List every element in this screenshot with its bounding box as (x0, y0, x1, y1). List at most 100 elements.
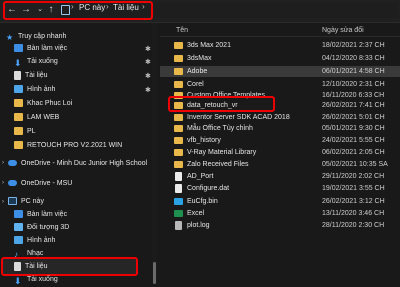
app-icon (174, 198, 183, 205)
list-item[interactable]: Excel 13/11/2020 3:46 CH (160, 208, 400, 219)
nav-label: Tài liệu (25, 72, 48, 79)
nav-quick-access[interactable]: ★ Truy cập nhanh (6, 31, 66, 43)
nav-onedrive-msu[interactable]: OneDrive - MSU (8, 178, 72, 190)
folder-icon (174, 81, 183, 88)
list-item[interactable]: Adobe 06/01/2021 4:58 CH (160, 66, 400, 77)
file-name: 3dsMax (187, 55, 212, 62)
nav-label: Tải xuống (27, 58, 58, 65)
folder-icon (174, 68, 183, 75)
divider (160, 36, 400, 37)
scrollbar-thumb[interactable] (153, 262, 156, 284)
file-date: 24/02/2021 5:55 CH (322, 137, 385, 144)
list-item[interactable]: vfb_history 24/02/2021 5:55 CH (160, 135, 400, 146)
list-item[interactable]: EuCfg.bin 26/02/2021 3:12 CH (160, 196, 400, 207)
pictures-icon (14, 85, 23, 94)
list-item[interactable]: plot.log 28/11/2020 2:30 CH (160, 220, 400, 231)
chevron-down-icon[interactable]: › (2, 199, 4, 205)
list-item[interactable]: Mẫu Office Tùy chỉnh 05/01/2021 9:30 CH (160, 123, 400, 134)
list-item[interactable]: V-Ray Material Library 06/02/2021 2:05 CH (160, 147, 400, 158)
nav-documents[interactable]: Tài liệu (14, 70, 48, 82)
folder-icon (174, 161, 183, 168)
nav-desktop[interactable]: Bàn làm việc (14, 43, 67, 55)
file-date: 05/01/2021 9:30 CH (322, 125, 385, 132)
highlight-box (3, 1, 153, 20)
folder-icon (174, 125, 183, 132)
file-name: 3ds Max 2021 (187, 42, 231, 49)
file-name: Adobe (187, 68, 208, 75)
folder-icon (174, 149, 183, 156)
nav-label: Hình ảnh (27, 86, 56, 93)
nav-label: PC này (21, 198, 44, 205)
pin-icon[interactable]: ✱ (145, 72, 151, 80)
file-name: Configure.dat (187, 185, 230, 192)
text-file-icon (175, 221, 182, 230)
file-date: 18/02/2021 2:37 CH (322, 42, 385, 49)
nav-folder-retouch[interactable]: RETOUCH PRO V2.2021 WIN (14, 140, 122, 152)
file-date: 12/10/2020 2:31 CH (322, 81, 385, 88)
nav-label: PL (27, 128, 36, 135)
download-icon: ⬇ (14, 58, 22, 69)
file-name: plot.log (187, 222, 210, 229)
pin-icon[interactable]: ✱ (145, 58, 151, 66)
nav-pc-desktop[interactable]: Bàn làm việc (14, 209, 67, 221)
nav-label: Tải xuống (27, 276, 58, 283)
list-item[interactable]: 3ds Max 2021 18/02/2021 2:37 CH (160, 40, 400, 51)
folder-icon (14, 127, 23, 136)
download-icon: ⬇ (14, 276, 22, 287)
file-name: Zalo Received Files (187, 161, 249, 168)
list-item[interactable]: AD_Port 29/11/2020 2:02 CH (160, 171, 400, 182)
column-header-date[interactable]: Ngày sửa đổi (322, 27, 364, 34)
file-name: AD_Port (187, 173, 214, 180)
nav-label: OneDrive - MSU (21, 180, 73, 187)
nav-folder-khac-phuc-loi[interactable]: Khac Phuc Loi (14, 98, 72, 110)
list-item[interactable]: Configure.dat 19/02/2021 3:55 CH (160, 183, 400, 194)
list-item[interactable]: Inventor Server SDK ACAD 2018 26/02/2021 … (160, 112, 400, 123)
file-date: 26/02/2021 3:12 CH (322, 198, 385, 205)
file-name: Inventor Server SDK ACAD 2018 (187, 114, 290, 121)
file-name: Corel (187, 81, 204, 88)
list-item[interactable]: 3dsMax 04/12/2020 8:33 CH (160, 53, 400, 64)
pictures-icon (14, 236, 23, 245)
list-item[interactable]: Zalo Received Files 05/02/2021 10:35 SA (160, 159, 400, 170)
file-name: EuCfg.bin (187, 198, 218, 205)
file-date: 13/11/2020 3:46 CH (322, 210, 385, 217)
nav-label: RETOUCH PRO V2.2021 WIN (27, 142, 123, 149)
nav-label: Khac Phuc Loi (27, 100, 73, 107)
nav-3d-objects[interactable]: Đối tượng 3D (14, 222, 69, 234)
pin-icon[interactable]: ✱ (145, 86, 151, 94)
file-date: 05/02/2021 10:35 SA (322, 161, 388, 168)
folder-icon (174, 42, 183, 49)
nav-folder-lam-web[interactable]: LAM WEB (14, 112, 59, 124)
chevron-right-icon[interactable]: › (2, 180, 4, 186)
nav-pc-pictures[interactable]: Hình ảnh (14, 235, 55, 247)
nav-label: Tài liệu (25, 263, 48, 270)
chevron-right-icon[interactable]: › (2, 160, 4, 166)
pin-icon[interactable]: ✱ (145, 45, 151, 53)
nav-label: Hình ảnh (27, 237, 56, 244)
file-date: 26/02/2021 7:41 CH (322, 102, 385, 109)
nav-this-pc[interactable]: PC này (8, 196, 44, 208)
nav-label: OneDrive - Minh Duc Junior High School (21, 160, 148, 167)
folder-icon (14, 113, 23, 122)
folder-icon (174, 55, 183, 62)
column-header-name[interactable]: Tên (176, 27, 188, 34)
nav-downloads[interactable]: ⬇ Tải xuống (14, 56, 58, 68)
nav-label: Bàn làm việc (27, 45, 68, 52)
desktop-icon (14, 210, 23, 219)
cube-icon (14, 223, 23, 232)
file-date: 29/11/2020 2:02 CH (322, 173, 385, 180)
file-date: 26/02/2021 5:01 CH (322, 114, 385, 121)
nav-pc-documents[interactable]: Tài liệu (14, 261, 48, 273)
nav-pc-downloads[interactable]: ⬇ Tải xuống (14, 274, 58, 286)
folder-icon (174, 114, 183, 121)
excel-icon (174, 210, 183, 217)
pc-icon (8, 197, 17, 206)
scrollbar[interactable] (152, 23, 157, 285)
nav-folder-pl[interactable]: PL (14, 126, 36, 138)
address-bar: ← → ⌄ ↑ › PC này › Tài liệu › (0, 0, 400, 23)
nav-label: Đối tượng 3D (27, 224, 70, 231)
list-item[interactable]: Corel 12/10/2020 2:31 CH (160, 79, 400, 90)
nav-label: Truy cập nhanh (18, 33, 67, 40)
nav-onedrive-minhduc[interactable]: OneDrive - Minh Duc Junior High School (8, 158, 147, 170)
nav-pictures[interactable]: Hình ảnh (14, 84, 55, 96)
